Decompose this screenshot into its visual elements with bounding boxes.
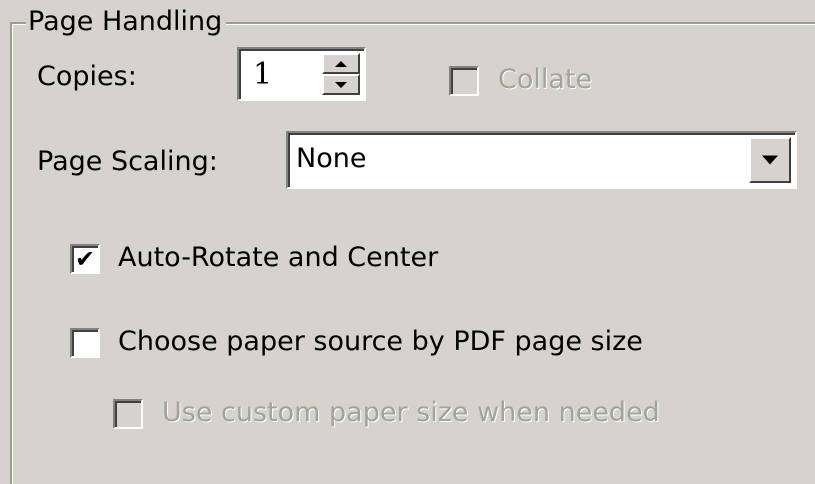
auto-rotate-label: Auto-Rotate and Center bbox=[118, 242, 439, 273]
dropdown-button[interactable] bbox=[749, 137, 791, 183]
paper-source-checkbox[interactable] bbox=[70, 328, 100, 358]
custom-paper-label: Use custom paper size when needed bbox=[162, 397, 660, 428]
group-title: Page Handling bbox=[26, 6, 227, 38]
collate-label: Collate bbox=[498, 64, 593, 95]
page-scaling-label: Page Scaling: bbox=[37, 146, 218, 177]
page-scaling-select[interactable]: None bbox=[286, 131, 797, 189]
copies-label: Copies: bbox=[37, 61, 137, 92]
checkmark-icon: ✔ bbox=[75, 245, 96, 273]
copies-spinner[interactable]: 1 bbox=[237, 47, 366, 101]
paper-source-label: Choose paper source by PDF page size bbox=[118, 326, 643, 357]
custom-paper-checkbox[interactable] bbox=[113, 399, 143, 429]
spin-up-icon bbox=[335, 60, 347, 67]
spin-down-button[interactable] bbox=[322, 74, 360, 95]
spin-up-button[interactable] bbox=[322, 53, 360, 74]
copies-value[interactable]: 1 bbox=[253, 57, 272, 93]
chevron-down-icon bbox=[762, 155, 778, 165]
collate-checkbox[interactable] bbox=[449, 66, 479, 96]
spin-down-icon bbox=[335, 81, 347, 88]
auto-rotate-checkbox[interactable]: ✔ bbox=[70, 244, 100, 274]
page-scaling-value: None bbox=[296, 143, 367, 174]
spin-buttons bbox=[322, 53, 360, 95]
